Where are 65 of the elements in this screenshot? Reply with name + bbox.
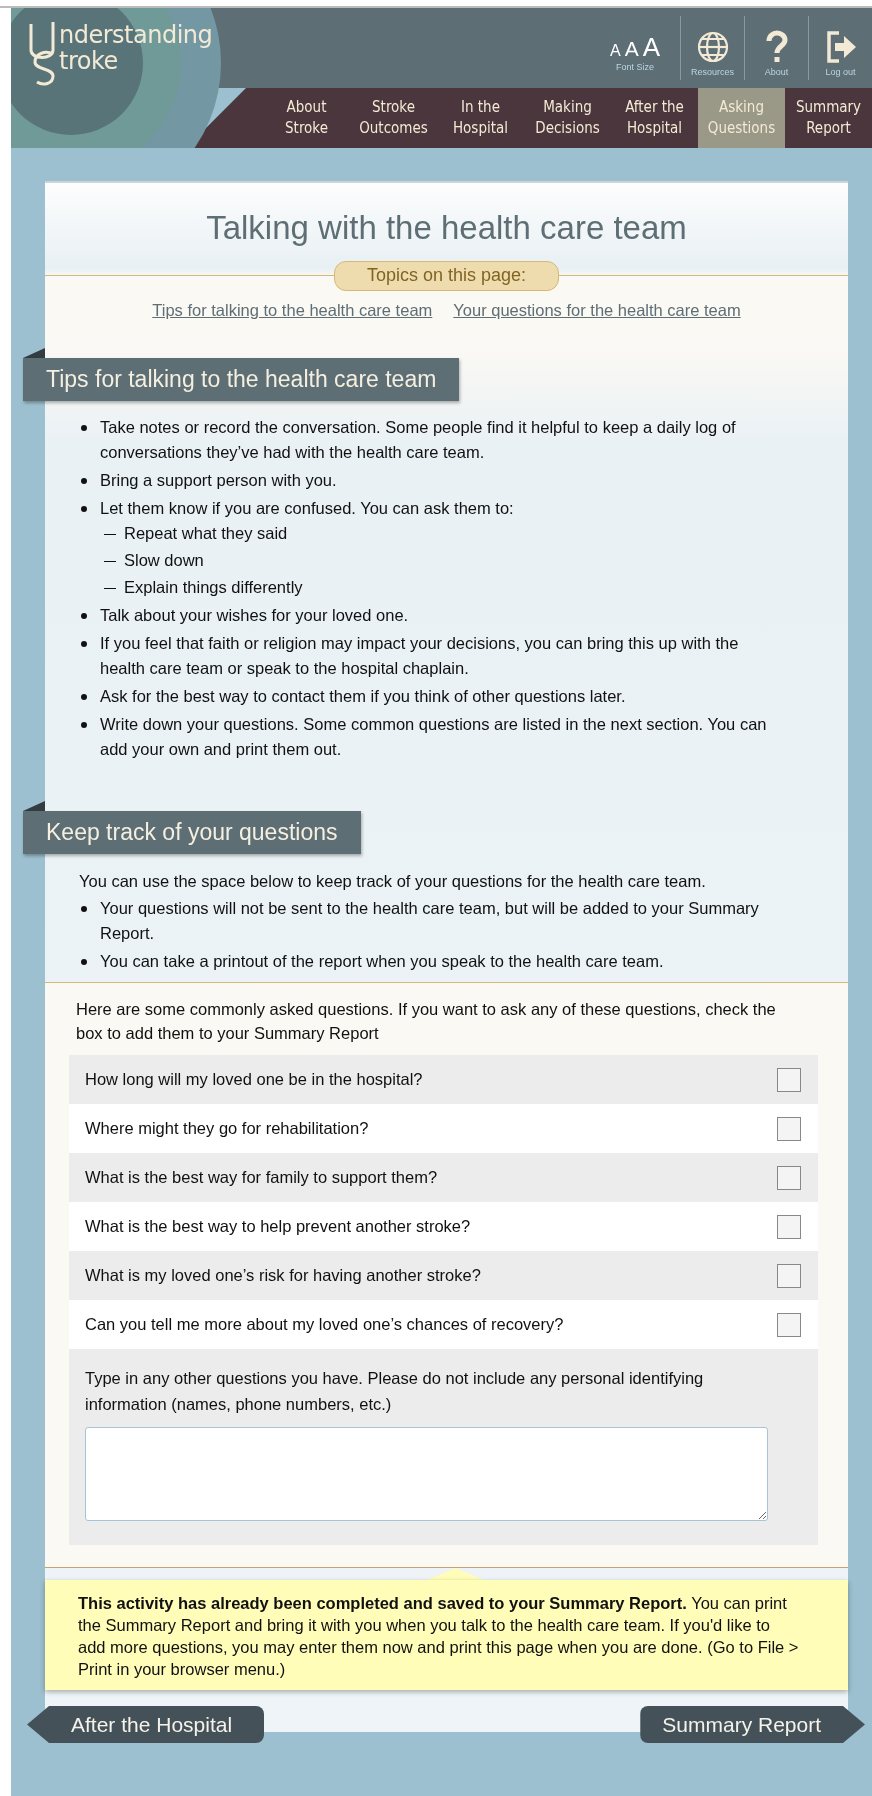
bullet-text: Ask for the best way to contact them if you think of other questions later.: [100, 687, 626, 705]
nav-tab[interactable]: In the Hospital: [437, 88, 524, 148]
bullet-text: Write down your questions. Some common questions are listed in the next section. You can add your own and print them out.: [100, 715, 767, 758]
bullet-icon: [81, 722, 87, 728]
bullet-text: Let them know if you are confused. You can ask them to:: [100, 499, 514, 517]
previous-page-button[interactable]: After the Hospital: [27, 1706, 265, 1743]
sub-bullet-text: Explain things differently: [124, 577, 303, 598]
bullet-text: You can take a printout of the report when you speak to the health care team.: [100, 952, 664, 970]
toolbar-button[interactable]: About: [744, 16, 808, 80]
next-page-button[interactable]: Summary Report: [640, 1706, 865, 1743]
logo-text: nderstanding: [59, 22, 213, 48]
dash-icon: [104, 588, 116, 589]
questions-intro: Here are some commonly asked questions. If you want to ask any of these questions, check the box to add them to your Summary Report: [76, 999, 777, 1044]
sub-bullet-text: Repeat what they said: [124, 523, 288, 544]
page-title: Talking with the health care team: [205, 208, 688, 248]
nav-tab[interactable]: Making Decisions: [524, 88, 611, 148]
checkbox[interactable]: [777, 1116, 801, 1141]
intro-text: You can use the space below to keep track of your questions for the health care team.: [79, 871, 707, 892]
checkbox[interactable]: [777, 1263, 801, 1288]
section-heading: Keep track of your questions: [23, 811, 361, 854]
question-text: Can you tell me more about my loved one’s chances of recovery?: [85, 1315, 564, 1334]
completion-note: This activity has already been completed and saved to your Summary Report. You can print the Summary Report and bring it with you when you talk to the health care team. If you'd like to add more questions, you may enter them now and print this page when you are done. (Go to File > Print in your browser menu.): [45, 1580, 848, 1690]
font-size-label: Font Size: [615, 62, 654, 72]
checkbox[interactable]: [777, 1067, 801, 1092]
other-questions-label: Type in any other questions you have. Please do not include any personal identifying information (names, phone numbers, etc.): [85, 1368, 705, 1415]
bullet-icon: [81, 906, 87, 912]
question-text: Where might they go for rehabilitation?: [85, 1119, 369, 1138]
bullet-text: Talk about your wishes for your loved one.: [100, 606, 409, 624]
checkbox[interactable]: [777, 1214, 801, 1239]
bullet-text: Bring a support person with you.: [100, 471, 337, 489]
nav-tab[interactable]: About Stroke: [263, 88, 350, 148]
nav-tab[interactable]: Stroke Outcomes: [350, 88, 437, 148]
globe-icon: [695, 30, 730, 64]
question-text: How long will my loved one be in the hospital?: [85, 1070, 423, 1089]
bullet-icon: [81, 425, 87, 431]
bullet-icon: [81, 506, 87, 512]
bullet-text: If you feel that faith or religion may impact your decisions, you can bring this up with the health care team or speak to the hospital chaplain.: [100, 634, 739, 677]
toolbar-button[interactable]: Log out: [808, 16, 872, 80]
answer-box[interactable]: [85, 1427, 768, 1521]
question-text: What is the best way for family to support them?: [85, 1168, 438, 1187]
checkbox[interactable]: [777, 1165, 801, 1190]
bullet-icon: [81, 478, 87, 484]
dash-icon: [104, 534, 116, 535]
checkbox[interactable]: [777, 1312, 801, 1337]
toolbar-button[interactable]: Resources: [680, 16, 744, 80]
topic-link[interactable]: Your questions for the health care team: [453, 301, 741, 320]
bullet-text: Take notes or record the conversation. Some people find it helpful to keep a daily log of conversations they’ve had with the health care team.: [100, 418, 736, 461]
topic-link[interactable]: Tips for talking to the health care team: [152, 301, 433, 320]
bullet-icon: [81, 694, 87, 700]
bullet-icon: [81, 959, 87, 965]
font-size-button[interactable]: A: [642, 32, 660, 63]
question-text: What is my loved one’s risk for having another stroke?: [85, 1266, 481, 1285]
bullet-text: Your questions will not be sent to the health care team, but will be added to your Summary Report.: [100, 899, 759, 942]
question-text: What is the best way to help prevent another stroke?: [85, 1217, 471, 1236]
dash-icon: [104, 561, 116, 562]
nav-tab[interactable]: Summary Report: [785, 88, 872, 148]
logo-text: troke: [59, 48, 118, 74]
nav-tab[interactable]: After the Hospital: [611, 88, 698, 148]
topics-label: Topics on this page:: [333, 261, 560, 291]
font-size-button[interactable]: A: [609, 42, 621, 60]
font-size-button[interactable]: A: [624, 37, 639, 61]
section-heading: Tips for talking to the health care team: [23, 358, 460, 401]
sub-bullet-text: Slow down: [124, 550, 204, 571]
bullet-icon: [81, 613, 87, 619]
bullet-icon: [81, 641, 87, 647]
